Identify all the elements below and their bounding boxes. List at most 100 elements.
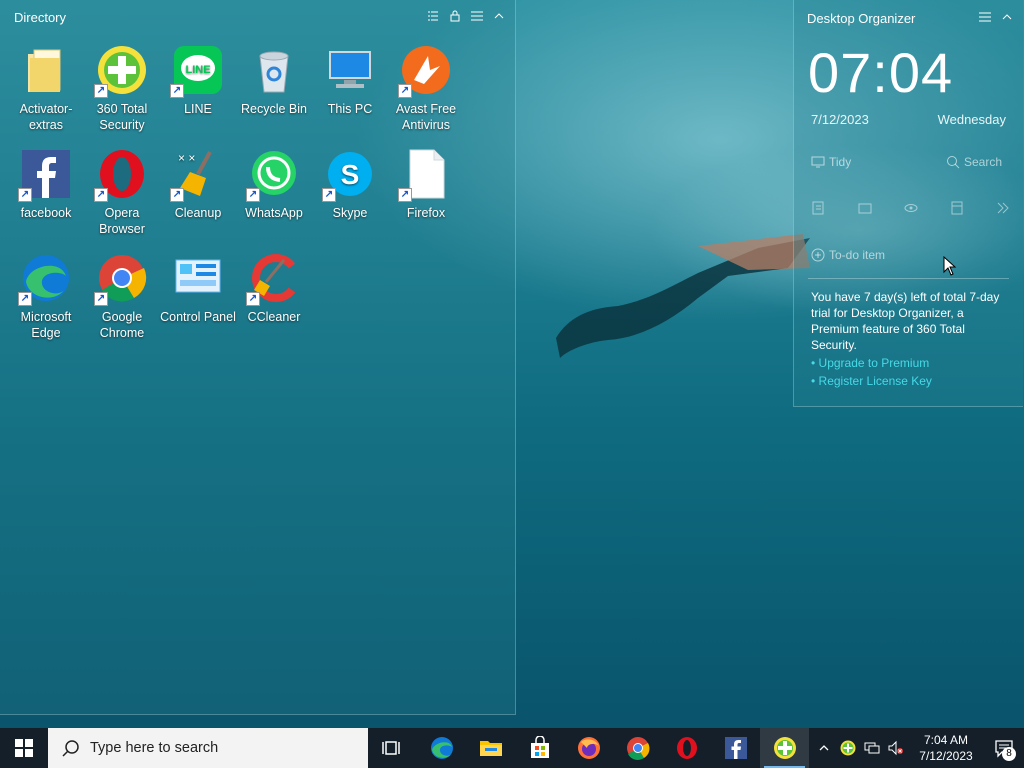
desktop-icon-line[interactable]: LINE ↗ LINE xyxy=(160,44,236,148)
control-panel-icon xyxy=(175,259,221,293)
taskbar-facebook[interactable] xyxy=(711,728,760,768)
firefox-icon xyxy=(577,737,600,759)
taskbar-time: 7:04 AM xyxy=(923,733,969,747)
taskbar-opera[interactable] xyxy=(662,728,711,768)
recycle-bin-icon xyxy=(259,51,289,93)
desktop-icon-avast[interactable]: ↗ Avast Free Antivirus xyxy=(388,44,464,148)
organizer-search-button[interactable]: Search xyxy=(946,155,1002,169)
shortcut-arrow-icon: ↗ xyxy=(94,84,108,98)
task-view-button[interactable] xyxy=(368,728,417,768)
tray-360-button[interactable] xyxy=(836,728,860,768)
shortcut-arrow-icon: ↗ xyxy=(246,292,260,306)
edge-icon xyxy=(430,737,453,759)
todo-item-button[interactable]: To-do item xyxy=(811,248,885,262)
taskbar-360-total-security[interactable] xyxy=(760,728,809,768)
desktop-icon-this-pc[interactable]: This PC xyxy=(312,44,388,148)
directory-title: Directory xyxy=(14,9,67,25)
documents-icon[interactable] xyxy=(811,200,827,216)
menu-icon[interactable] xyxy=(979,11,991,23)
shortcut-arrow-icon: ↗ xyxy=(170,188,184,202)
eye-icon[interactable] xyxy=(903,200,919,216)
taskbar-chrome[interactable] xyxy=(613,728,662,768)
tidy-button[interactable]: Tidy xyxy=(811,155,851,169)
desktop-icon-chrome[interactable]: ↗ Google Chrome xyxy=(84,252,160,356)
shortcut-arrow-icon: ↗ xyxy=(94,188,108,202)
opera-icon xyxy=(676,737,697,759)
desktop-icon-firefox[interactable]: ↗ Firefox xyxy=(388,148,464,252)
facebook-icon xyxy=(724,737,747,759)
desktop-icon-recycle-bin[interactable]: Recycle Bin xyxy=(236,44,312,148)
organizer-toolbar xyxy=(811,200,1011,216)
todo-label: To-do item xyxy=(829,248,886,262)
desktop-icon-edge[interactable]: ↗ Microsoft Edge xyxy=(8,252,84,356)
action-center-button[interactable]: 8 xyxy=(984,728,1024,768)
folder-icon xyxy=(28,49,61,92)
start-button[interactable] xyxy=(0,728,48,768)
taskbar-clock[interactable]: 7:04 AM 7/12/2023 xyxy=(908,732,984,764)
taskbar-date: 7/12/2023 xyxy=(919,749,973,763)
taskbar-store[interactable] xyxy=(515,728,564,768)
desktop-organizer-widget: Desktop Organizer 07:04 7/12/2023 Wednes… xyxy=(793,0,1023,407)
file-explorer-icon xyxy=(479,741,502,756)
shortcut-arrow-icon: ↗ xyxy=(170,84,184,98)
lock-icon[interactable] xyxy=(449,10,461,22)
desktop-icon-facebook[interactable]: ↗ facebook xyxy=(8,148,84,252)
register-license-link[interactable]: • Register License Key xyxy=(811,374,932,388)
desktop-icon-ccleaner[interactable]: ↗ CCleaner xyxy=(236,252,312,356)
notification-count-badge: 8 xyxy=(1002,747,1016,761)
desktop-icon-whatsapp[interactable]: ↗ WhatsApp xyxy=(236,148,312,252)
tray-volume-button[interactable] xyxy=(884,728,908,768)
shortcut-arrow-icon: ↗ xyxy=(398,84,412,98)
upgrade-premium-link[interactable]: • Upgrade to Premium xyxy=(811,356,929,370)
collapse-icon[interactable] xyxy=(493,10,505,22)
shortcut-arrow-icon: ↗ xyxy=(18,188,32,202)
shortcut-arrow-icon: ↗ xyxy=(94,292,108,306)
monitor-icon xyxy=(811,156,825,168)
desktop-icon-skype[interactable]: S ↗ Skype xyxy=(312,148,388,252)
volume-muted-icon xyxy=(888,740,903,756)
this-pc-icon xyxy=(329,51,371,88)
chrome-icon xyxy=(626,737,649,760)
list-view-icon[interactable] xyxy=(427,10,439,22)
desktop-icon-opera[interactable]: ↗ Opera Browser xyxy=(84,148,160,252)
search-placeholder: Type here to search xyxy=(90,740,219,756)
taskbar-firefox[interactable] xyxy=(564,728,613,768)
organizer-search-label: Search xyxy=(964,155,1003,169)
mouse-cursor-icon xyxy=(943,256,957,276)
wallpaper-swimmer xyxy=(556,234,810,358)
collapse-icon[interactable] xyxy=(1001,11,1013,23)
organizer-divider xyxy=(808,278,1009,279)
folder-outline-icon[interactable] xyxy=(857,200,873,216)
tidy-label: Tidy xyxy=(829,155,852,169)
svg-text:× ×: × × xyxy=(178,151,195,165)
desktop-icon-360-total-security[interactable]: ↗ 360 Total Security xyxy=(84,44,160,148)
menu-icon[interactable] xyxy=(471,10,483,22)
organizer-weekday: Wednesday xyxy=(937,112,1006,127)
organizer-date: 7/12/2023 xyxy=(811,112,869,127)
shortcut-arrow-icon: ↗ xyxy=(398,188,412,202)
taskbar-edge[interactable] xyxy=(417,728,466,768)
network-icon xyxy=(864,742,880,754)
taskbar-search-box[interactable]: Type here to search xyxy=(48,728,368,768)
desktop-icon-activator-extras[interactable]: Activator-extras xyxy=(8,44,84,148)
svg-text:LINE: LINE xyxy=(185,64,210,76)
360-total-security-icon xyxy=(840,740,856,756)
chevron-up-icon xyxy=(819,745,829,751)
double-chevron-right-icon[interactable] xyxy=(995,200,1011,216)
directory-fence: Directory Activator-extras ↗ 360 Total S… xyxy=(0,0,516,715)
add-circle-icon xyxy=(811,248,825,262)
tray-network-button[interactable] xyxy=(860,728,884,768)
directory-header: Directory xyxy=(0,0,515,34)
search-icon xyxy=(62,740,79,757)
taskbar: Type here to search 7:04 AM 7/12/2023 8 xyxy=(0,728,1024,768)
desktop-icon-cleanup[interactable]: × × ↗ Cleanup xyxy=(160,148,236,252)
store-icon xyxy=(530,736,549,758)
desktop-icon-control-panel[interactable]: Control Panel xyxy=(160,252,236,356)
notes-icon[interactable] xyxy=(949,200,965,216)
show-hidden-icons-button[interactable] xyxy=(812,728,836,768)
desktop-icon-grid: Activator-extras ↗ 360 Total Security LI… xyxy=(8,44,464,356)
system-tray: 7:04 AM 7/12/2023 8 xyxy=(812,728,1024,768)
organizer-title: Desktop Organizer xyxy=(807,11,916,26)
trial-message: You have 7 day(s) left of total 7-day tr… xyxy=(811,290,1000,352)
taskbar-file-explorer[interactable] xyxy=(466,728,515,768)
